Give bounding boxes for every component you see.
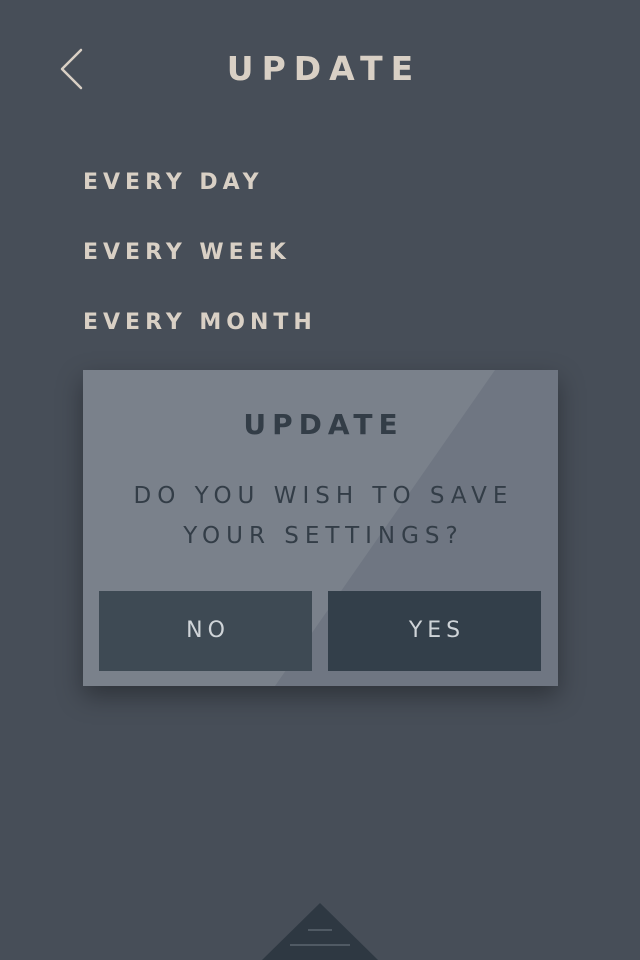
menu-lines-icon — [262, 903, 378, 960]
dialog-message-line-1: DO YOU WISH TO SAVE — [133, 483, 514, 509]
dialog-title: UPDATE — [243, 408, 404, 441]
page-title: UPDATE — [226, 49, 422, 88]
yes-button[interactable]: YES — [328, 591, 541, 671]
no-button[interactable]: NO — [99, 591, 312, 671]
bottom-menu-tab[interactable] — [262, 903, 378, 960]
option-every-day[interactable]: EVERY DAY — [83, 163, 317, 203]
dialog-message: DO YOU WISH TO SAVE YOUR SETTINGS? — [83, 476, 558, 556]
update-frequency-list: EVERY DAY EVERY WEEK EVERY MONTH — [83, 163, 317, 373]
update-screen: UPDATE EVERY DAY EVERY WEEK EVERY MONTH … — [0, 0, 640, 960]
option-every-week[interactable]: EVERY WEEK — [83, 233, 317, 273]
save-settings-dialog: UPDATE DO YOU WISH TO SAVE YOUR SETTINGS… — [83, 370, 558, 686]
option-every-month[interactable]: EVERY MONTH — [83, 303, 317, 343]
dialog-message-line-2: YOUR SETTINGS? — [183, 523, 464, 549]
